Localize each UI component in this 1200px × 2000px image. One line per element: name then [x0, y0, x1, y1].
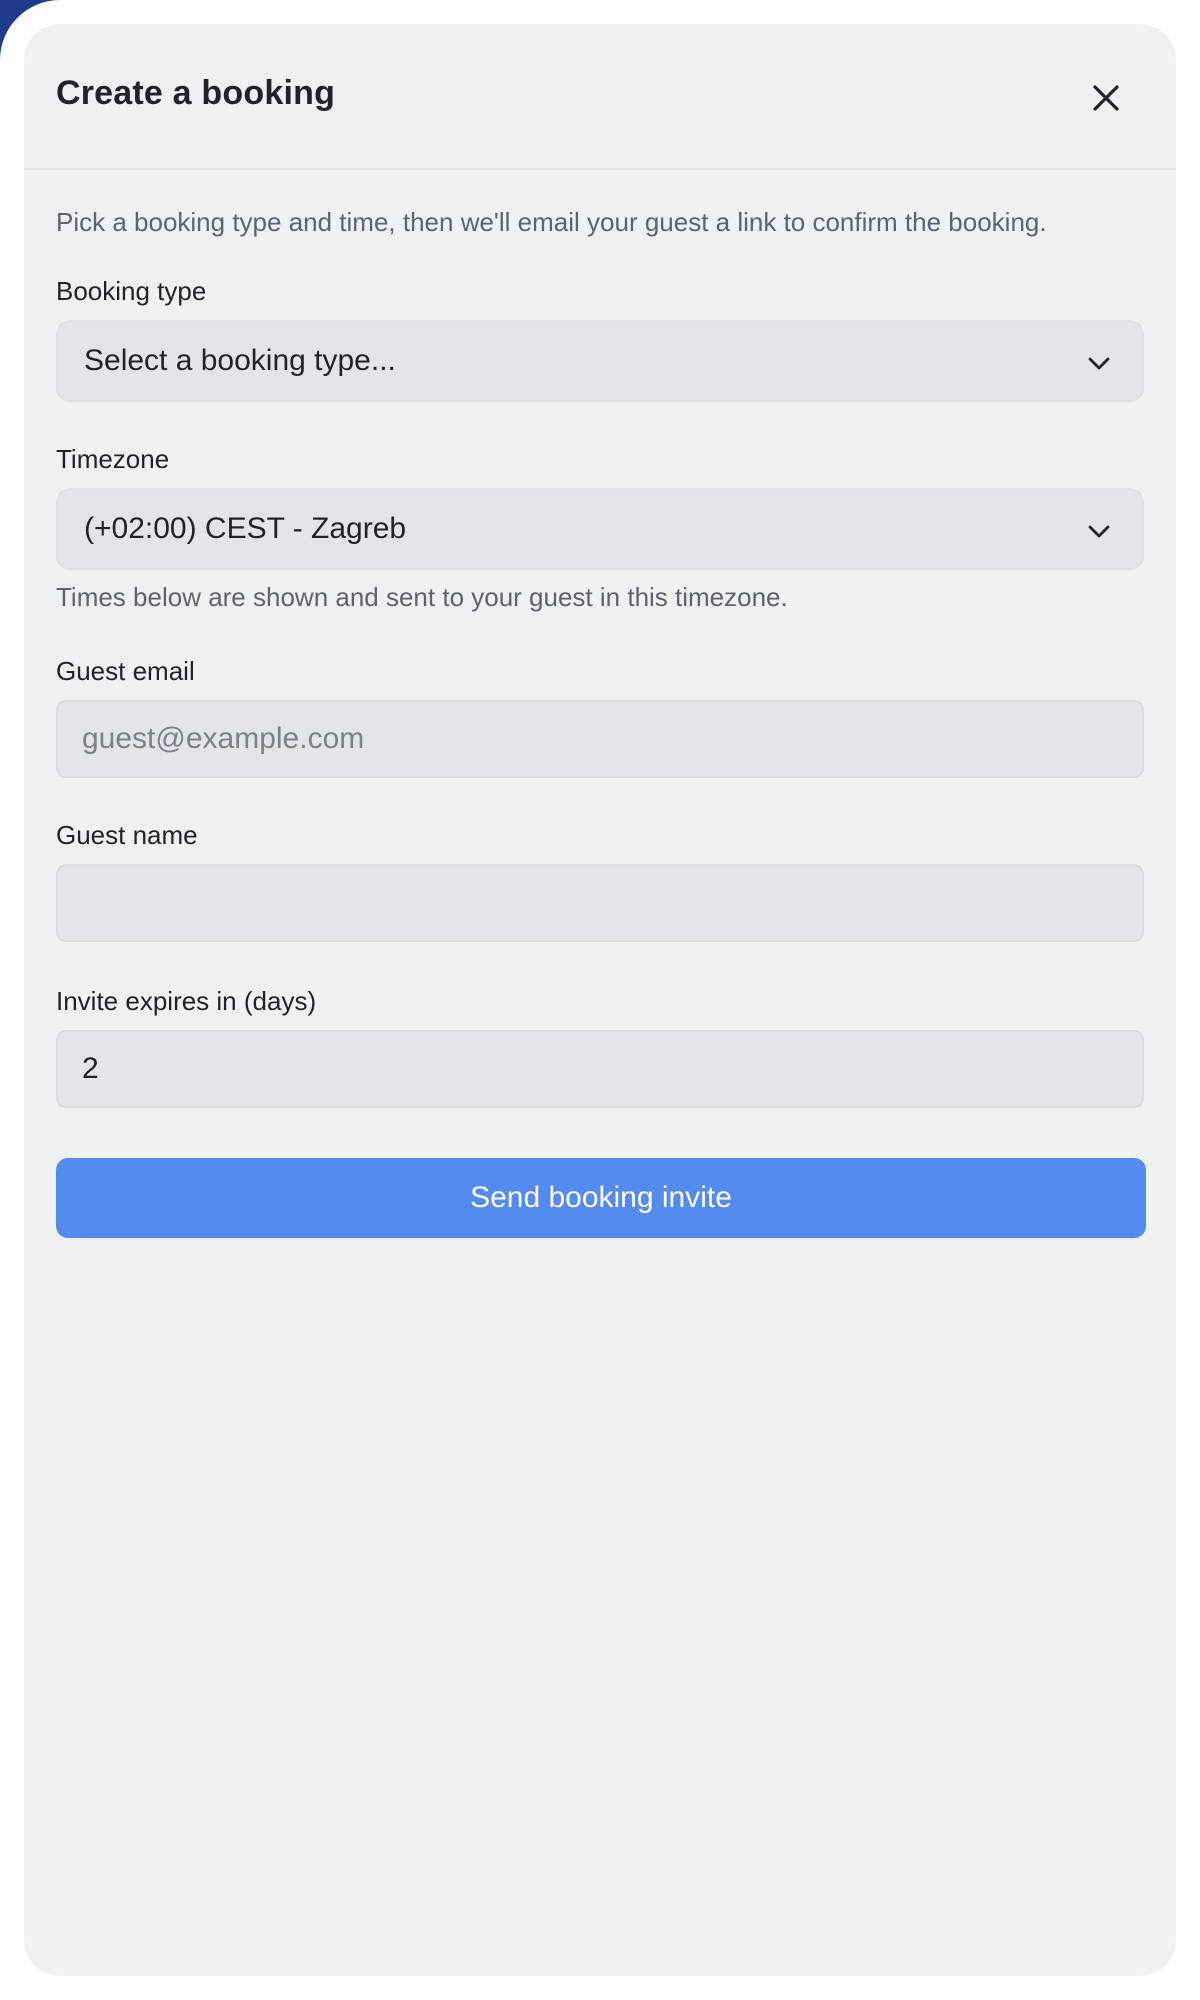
modal-description: Pick a booking type and time, then we'll… [56, 207, 1047, 237]
modal-body: Pick a booking type and time, then we'll… [24, 204, 1176, 1238]
guest-email-label: Guest email [56, 656, 195, 686]
timezone-select[interactable]: (+02:00) CEST - Zagreb [56, 488, 1144, 570]
close-button[interactable] [1084, 76, 1128, 120]
invite-expires-field[interactable] [56, 1030, 1144, 1108]
modal-header: Create a booking [24, 24, 1176, 170]
guest-name-label: Guest name [56, 820, 198, 850]
send-booking-invite-button[interactable]: Send booking invite [56, 1158, 1146, 1238]
booking-type-selected-value: Select a booking type... [84, 344, 396, 377]
timezone-selected-value: (+02:00) CEST - Zagreb [84, 512, 407, 545]
guest-email-field[interactable] [56, 700, 1144, 778]
timezone-helper-text: Times below are shown and sent to your g… [56, 582, 788, 612]
invite-expires-label: Invite expires in (days) [56, 986, 317, 1016]
chevron-down-icon [1088, 357, 1110, 370]
page-frame: Create a booking Pick a booking type and… [0, 0, 1200, 2000]
guest-name-field[interactable] [56, 864, 1144, 942]
close-icon [1093, 85, 1119, 111]
booking-type-select[interactable]: Select a booking type... [56, 320, 1144, 402]
timezone-label: Timezone [56, 444, 170, 474]
chevron-down-icon [1088, 525, 1110, 538]
modal-title: Create a booking [56, 74, 336, 112]
booking-type-label: Booking type [56, 276, 207, 306]
create-booking-modal: Create a booking Pick a booking type and… [24, 24, 1176, 1976]
